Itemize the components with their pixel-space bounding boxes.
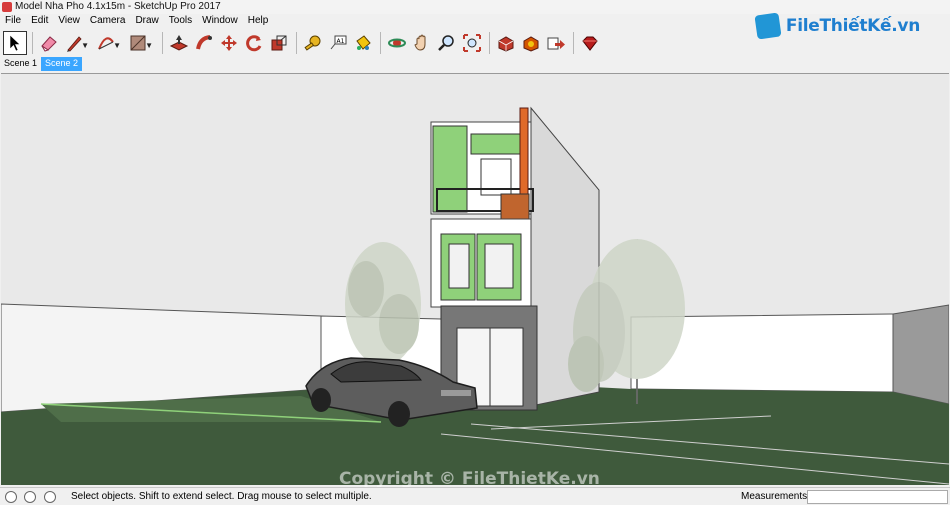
sketchup-app-icon: [2, 2, 12, 12]
status-bar: Select objects. Shift to extend select. …: [0, 487, 950, 505]
menu-window[interactable]: Window: [197, 14, 243, 29]
zoom-icon: [438, 35, 454, 51]
follow-me-icon: [196, 35, 212, 50]
tab-scene-2[interactable]: Scene 2: [41, 57, 83, 71]
menu-camera[interactable]: Camera: [85, 14, 131, 29]
extension-tool-button[interactable]: [578, 31, 602, 55]
toolbar-separator: [380, 32, 381, 54]
zoom-extents-icon: [463, 34, 481, 52]
zoom-extents-tool-button[interactable]: [460, 31, 484, 55]
scale-icon: [271, 35, 287, 51]
window-glass: [448, 243, 470, 289]
share-model-icon: [547, 37, 565, 50]
tape-measure-tool-button[interactable]: [301, 31, 325, 55]
help-question-icon[interactable]: [44, 491, 56, 503]
menu-view[interactable]: View: [53, 14, 85, 29]
menu-file[interactable]: File: [0, 14, 26, 29]
toolbar-separator: [296, 32, 297, 54]
green-panel: [432, 125, 468, 213]
chevron-down-icon[interactable]: ▼: [145, 41, 153, 50]
logo-text: FileThiếtKế.vn: [785, 16, 920, 36]
zoom-tool-button[interactable]: [435, 31, 459, 55]
chevron-down-icon[interactable]: ▼: [113, 41, 121, 50]
logo-mark-icon: [754, 12, 782, 40]
extension-warehouse-icon: [523, 36, 539, 52]
right-boundary-wall: [892, 304, 949, 405]
measurements-input[interactable]: [807, 490, 948, 504]
push-pull-icon: [169, 35, 189, 51]
toolbar-separator: [489, 32, 490, 54]
window-glass: [484, 243, 514, 289]
tab-scene-1[interactable]: Scene 1: [0, 57, 41, 71]
orbit-tool-button[interactable]: [385, 31, 409, 55]
follow-me-tool-button[interactable]: [192, 31, 216, 55]
paint-bucket-icon: [356, 35, 371, 50]
push-pull-tool-button[interactable]: [167, 31, 191, 55]
move-icon: [221, 35, 237, 51]
paint-bucket-tool-button[interactable]: [351, 31, 375, 55]
share-model-button[interactable]: [544, 31, 568, 55]
eraser-tool-button[interactable]: [37, 31, 61, 55]
shape-tool-button[interactable]: ▼: [126, 31, 153, 55]
pan-tool-button[interactable]: [410, 31, 434, 55]
scene-tab-bar: Scene 1 Scene 2: [0, 57, 83, 71]
menu-draw[interactable]: Draw: [130, 14, 163, 29]
text-tool-button[interactable]: A1: [326, 31, 350, 55]
status-message: Select objects. Shift to extend select. …: [71, 491, 372, 502]
menu-edit[interactable]: Edit: [26, 14, 53, 29]
eraser-icon: [41, 36, 57, 52]
scale-tool-button[interactable]: [267, 31, 291, 55]
text-label-icon: A1: [330, 35, 347, 50]
toolbar-separator: [573, 32, 574, 54]
pan-hand-icon: [414, 34, 426, 51]
3d-warehouse-button[interactable]: [494, 31, 518, 55]
drawing-viewport[interactable]: [1, 73, 949, 485]
menu-help[interactable]: Help: [243, 14, 274, 29]
scene-render: [1, 74, 949, 485]
select-arrow-icon: [9, 34, 21, 52]
ruby-extension-icon: [582, 36, 598, 51]
toolbar-separator: [162, 32, 163, 54]
svg-text:A1: A1: [337, 38, 345, 45]
3d-warehouse-icon: [498, 36, 514, 52]
geo-location-icon[interactable]: [5, 491, 17, 503]
roof-pergola: [470, 133, 522, 155]
extension-warehouse-button[interactable]: [519, 31, 543, 55]
move-tool-button[interactable]: [217, 31, 241, 55]
chevron-down-icon[interactable]: ▼: [81, 41, 89, 50]
site-logo: FileThiếtKế.vn: [754, 8, 920, 44]
toolbar-separator: [32, 32, 33, 54]
orbit-icon: [388, 38, 406, 48]
copyright-watermark: Copyright © FileThietKe.vn: [339, 469, 600, 489]
main-toolbar: ▼ ▼ ▼ A1: [3, 30, 603, 56]
window-title: Model Nha Pho 4.1x15m - SketchUp Pro 201…: [15, 1, 221, 12]
rotate-tool-button[interactable]: [242, 31, 266, 55]
measurements-label: Measurements: [741, 491, 808, 502]
rotate-icon: [246, 35, 262, 52]
menu-tools[interactable]: Tools: [164, 14, 197, 29]
arc-tool-button[interactable]: ▼: [94, 31, 121, 55]
tape-measure-icon: [304, 35, 321, 51]
line-tool-button[interactable]: ▼: [62, 31, 89, 55]
select-tool-button[interactable]: [3, 31, 27, 55]
credits-info-icon[interactable]: [24, 491, 36, 503]
menu-bar: File Edit View Camera Draw Tools Window …: [0, 14, 273, 29]
